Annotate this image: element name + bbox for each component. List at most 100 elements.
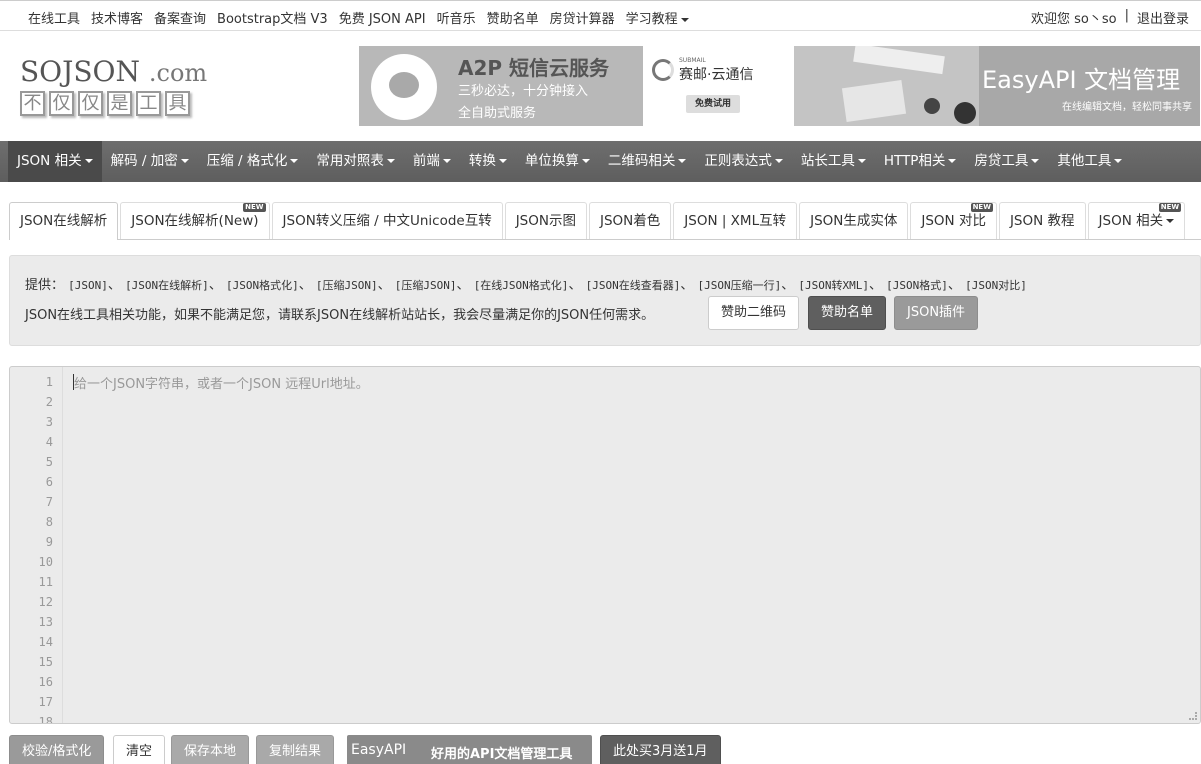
- caret-down-icon: [442, 159, 451, 163]
- action-toolbar: 校验/格式化 清空 保存本地 复制结果 EasyAPI 好用的API文档管理工具…: [9, 735, 1201, 764]
- top-link-tutorials-dropdown[interactable]: 学习教程: [626, 8, 689, 27]
- top-link-bootstrap-docs[interactable]: Bootstrap文档 V3: [217, 8, 328, 27]
- ad-sms-line1: 三秒必达，十分钟接入: [458, 84, 589, 99]
- tab-label: JSON生成实体: [810, 213, 898, 229]
- nav-webmaster-tools[interactable]: 站长工具: [792, 141, 875, 182]
- tag-link[interactable]: [JSON]: [68, 279, 108, 292]
- tag-separator: 、: [456, 278, 470, 293]
- nav-label: 单位换算: [524, 153, 579, 169]
- tab-label: JSON着色: [599, 213, 661, 229]
- tag-link[interactable]: [JSON格式]: [886, 279, 948, 292]
- top-link-music[interactable]: 听音乐: [437, 8, 476, 27]
- tag-link[interactable]: [在线JSON格式化]: [474, 279, 569, 292]
- tab-json-related-dropdown[interactable]: JSON 相关 NEW: [1087, 202, 1186, 239]
- ad-sms-banner[interactable]: A2P 短信云服务 三秒必达，十分钟接入 全自助式服务: [359, 46, 643, 126]
- line-number-gutter: 1 2 3 4 5 6 7 8 9 10 11 12 13 14 15 16 1…: [10, 367, 63, 723]
- caret-down-icon: [857, 159, 866, 163]
- cup-shape: [924, 98, 940, 114]
- top-link-mortgage-calculator[interactable]: 房贷计算器: [550, 8, 615, 27]
- copy-result-button[interactable]: 复制结果: [256, 735, 335, 764]
- line-number: 8: [45, 515, 53, 529]
- logo-main: SOJSON: [20, 55, 140, 88]
- ad-easyapi-banner[interactable]: EasyAPI 文档管理 在线编辑文档，轻松同事共享: [794, 46, 1200, 126]
- nav-other-tools[interactable]: 其他工具: [1048, 141, 1131, 182]
- top-link-icp-query[interactable]: 备案查询: [154, 8, 206, 27]
- save-local-button[interactable]: 保存本地: [171, 735, 250, 764]
- submail-logo-icon: [652, 59, 674, 81]
- free-trial-button[interactable]: 免费试用: [686, 95, 740, 113]
- tag-separator: 、: [869, 278, 883, 293]
- tag-link[interactable]: [压缩JSON]: [395, 279, 457, 292]
- tag-link[interactable]: [JSON压缩一行]: [698, 279, 782, 292]
- slogan-char: 仅: [49, 91, 74, 116]
- json-plugin-button[interactable]: JSON插件: [894, 296, 979, 330]
- main-nav: JSON 相关 解码 / 加密 压缩 / 格式化 常用对照表 前端 转换 单位换…: [0, 141, 1201, 182]
- nav-qrcode[interactable]: 二维码相关: [599, 141, 696, 182]
- caret-down-icon: [180, 159, 189, 163]
- tab-json-parse[interactable]: JSON在线解析: [9, 202, 119, 240]
- tab-json-compare[interactable]: JSON 对比 NEW: [910, 202, 997, 239]
- top-link-sponsors[interactable]: 赞助名单: [487, 8, 539, 27]
- new-badge: NEW: [970, 203, 993, 212]
- tab-label: JSON示图: [515, 213, 576, 229]
- line-number: 10: [38, 555, 53, 569]
- caret-down-icon: [680, 17, 689, 22]
- nav-label: 站长工具: [800, 153, 855, 169]
- line-number: 6: [45, 475, 53, 489]
- easyapi-promo-banner[interactable]: EasyAPI 好用的API文档管理工具: [347, 735, 592, 764]
- nav-regex[interactable]: 正则表达式: [695, 141, 792, 182]
- nav-frontend[interactable]: 前端: [404, 141, 460, 182]
- tab-json-xml[interactable]: JSON | XML互转: [673, 202, 798, 239]
- tab-json-tutorial[interactable]: JSON 教程: [998, 202, 1086, 239]
- caret-down-icon: [1114, 159, 1123, 163]
- tool-tabs: JSON在线解析 JSON在线解析(New) NEW JSON转义压缩 / 中文U…: [9, 202, 1201, 240]
- nav-label: 二维码相关: [607, 153, 676, 169]
- json-input-editor[interactable]: 1 2 3 4 5 6 7 8 9 10 11 12 13 14 15 16 1…: [9, 366, 1201, 724]
- sponsor-qr-button[interactable]: 赞助二维码: [708, 296, 800, 330]
- clear-button[interactable]: 清空: [113, 735, 166, 764]
- tag-link[interactable]: [JSON对比]: [965, 279, 1027, 292]
- line-number: 17: [38, 695, 53, 709]
- top-bar: 在线工具 技术博客 备案查询 Bootstrap文档 V3 免费 JSON AP…: [0, 0, 1201, 31]
- tab-json-entity[interactable]: JSON生成实体: [799, 202, 909, 239]
- nav-convert[interactable]: 转换: [460, 141, 516, 182]
- nav-label: 前端: [412, 153, 440, 169]
- tag-link[interactable]: [JSON在线查看器]: [586, 279, 681, 292]
- validate-format-button[interactable]: 校验/格式化: [9, 735, 105, 764]
- mouse-shape: [954, 102, 976, 124]
- line-number: 9: [45, 535, 53, 549]
- nav-reference-tables[interactable]: 常用对照表: [307, 141, 404, 182]
- site-logo[interactable]: SOJSON .com 不 仅 仅 是 工 具: [20, 55, 220, 130]
- sponsor-list-button[interactable]: 赞助名单: [808, 296, 887, 330]
- tab-json-parse-new[interactable]: JSON在线解析(New) NEW: [120, 202, 270, 239]
- resize-handle[interactable]: [1189, 712, 1197, 720]
- nav-unit-conversion[interactable]: 单位换算: [516, 141, 599, 182]
- top-link-online-tools[interactable]: 在线工具: [28, 8, 80, 27]
- promo-button[interactable]: 此处买3月送1月: [600, 735, 721, 764]
- nav-decode-encrypt[interactable]: 解码 / 加密: [102, 141, 198, 182]
- tab-json-escape-unicode[interactable]: JSON转义压缩 / 中文Unicode互转: [271, 202, 503, 239]
- ad-sms-title: A2P 短信云服务: [458, 56, 610, 80]
- tag-link[interactable]: [JSON格式化]: [226, 279, 299, 292]
- nav-compress-format[interactable]: 压缩 / 格式化: [198, 141, 308, 182]
- nav-mortgage-tools[interactable]: 房贷工具: [965, 141, 1048, 182]
- top-link-tech-blog[interactable]: 技术博客: [91, 8, 143, 27]
- top-link-free-json-api[interactable]: 免费 JSON API: [339, 8, 426, 27]
- tag-link[interactable]: [JSON转XML]: [798, 279, 869, 292]
- new-badge: NEW: [1158, 203, 1182, 212]
- tag-link[interactable]: [压缩JSON]: [316, 279, 378, 292]
- nav-http[interactable]: HTTP相关: [875, 141, 966, 182]
- tab-label: JSON 教程: [1009, 213, 1075, 229]
- logout-link[interactable]: 退出登录: [1137, 8, 1189, 27]
- tab-json-color[interactable]: JSON着色: [588, 202, 672, 239]
- header: SOJSON .com 不 仅 仅 是 工 具 A2P 短信云服务 三秒必达，十…: [0, 31, 1201, 141]
- nav-json-related[interactable]: JSON 相关: [8, 141, 102, 182]
- ad-submail[interactable]: SUBMAIL 赛邮·云通信 免费试用: [648, 56, 788, 126]
- caret-down-icon: [1166, 219, 1175, 223]
- submail-name: 赛邮·云通信: [679, 67, 754, 83]
- caret-down-icon: [84, 159, 93, 163]
- tag-separator: 、: [107, 278, 121, 293]
- tab-json-view[interactable]: JSON示图: [504, 202, 587, 239]
- tag-link[interactable]: [JSON在线解析]: [125, 279, 209, 292]
- line-number: 13: [38, 615, 53, 629]
